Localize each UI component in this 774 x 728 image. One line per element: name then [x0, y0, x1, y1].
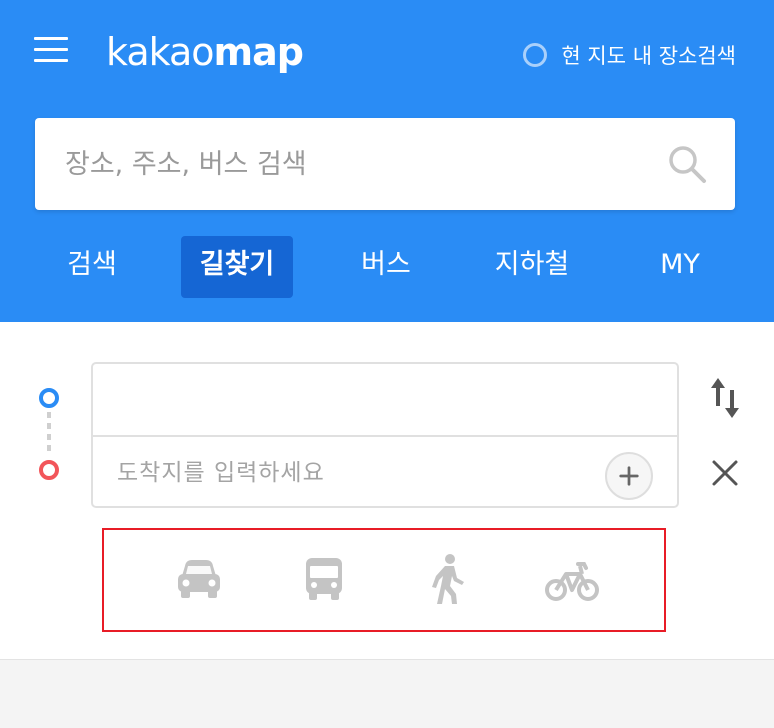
search-input[interactable]	[65, 140, 665, 188]
origin-input[interactable]	[117, 374, 597, 424]
nearby-search-label: 현 지도 내 장소검색	[561, 44, 736, 68]
map-area[interactable]	[0, 661, 774, 728]
destination-input[interactable]	[117, 448, 597, 498]
route-input-box	[91, 362, 679, 508]
search-box	[35, 118, 735, 210]
directions-panel	[0, 322, 774, 660]
walk-icon[interactable]	[430, 552, 468, 608]
tab-subway[interactable]: 지하철	[478, 236, 586, 298]
tab-search[interactable]: 검색	[52, 236, 132, 298]
main-tabs: 검색 길찾기 버스 지하철 MY	[0, 236, 774, 298]
route-connector	[47, 412, 51, 456]
logo-text-map: map	[213, 30, 304, 74]
add-waypoint-button[interactable]	[605, 452, 653, 500]
tab-directions[interactable]: 길찾기	[181, 236, 293, 298]
kakaomap-logo[interactable]: kakaomap	[106, 28, 304, 76]
bus-icon[interactable]	[302, 552, 346, 608]
bicycle-icon[interactable]	[544, 552, 600, 608]
route-divider	[93, 435, 677, 437]
top-header: kakaomap 현 지도 내 장소검색 검색 길찾기 버스 지하철 MY	[0, 0, 774, 322]
logo-text-kakao: kakao	[106, 30, 214, 74]
search-icon[interactable]	[667, 144, 707, 184]
radio-circle-icon[interactable]	[523, 43, 548, 67]
origin-marker-icon	[39, 388, 59, 408]
tab-bus[interactable]: 버스	[346, 236, 426, 298]
close-icon[interactable]	[710, 458, 740, 488]
car-icon[interactable]	[176, 552, 222, 608]
transport-mode-selector	[102, 528, 666, 632]
nearby-search-toggle[interactable]: 현 지도 내 장소검색	[523, 40, 736, 70]
swap-icon[interactable]	[708, 376, 742, 420]
destination-marker-icon	[39, 460, 59, 480]
hamburger-menu-icon[interactable]	[34, 36, 68, 64]
tab-my[interactable]: MY	[640, 236, 720, 298]
